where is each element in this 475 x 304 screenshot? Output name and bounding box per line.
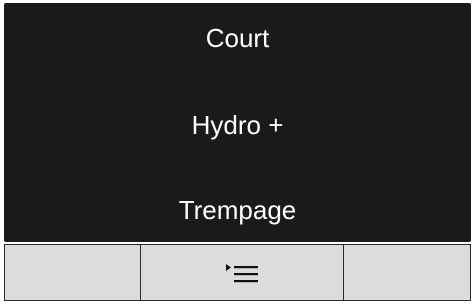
menu-item-hydro-plus[interactable]: Hydro + bbox=[4, 110, 471, 140]
menu-item-court[interactable]: Court bbox=[4, 23, 471, 53]
menu-list-icon bbox=[222, 261, 262, 285]
appliance-display: Court Hydro + Trempage bbox=[0, 0, 475, 304]
menu-screen: Court Hydro + Trempage bbox=[4, 3, 471, 242]
menu-item-trempage[interactable]: Trempage bbox=[4, 195, 471, 225]
softkey-bar bbox=[4, 244, 471, 301]
softkey-menu-button[interactable] bbox=[141, 245, 344, 300]
softkey-right[interactable] bbox=[344, 245, 470, 300]
softkey-left[interactable] bbox=[5, 245, 141, 300]
